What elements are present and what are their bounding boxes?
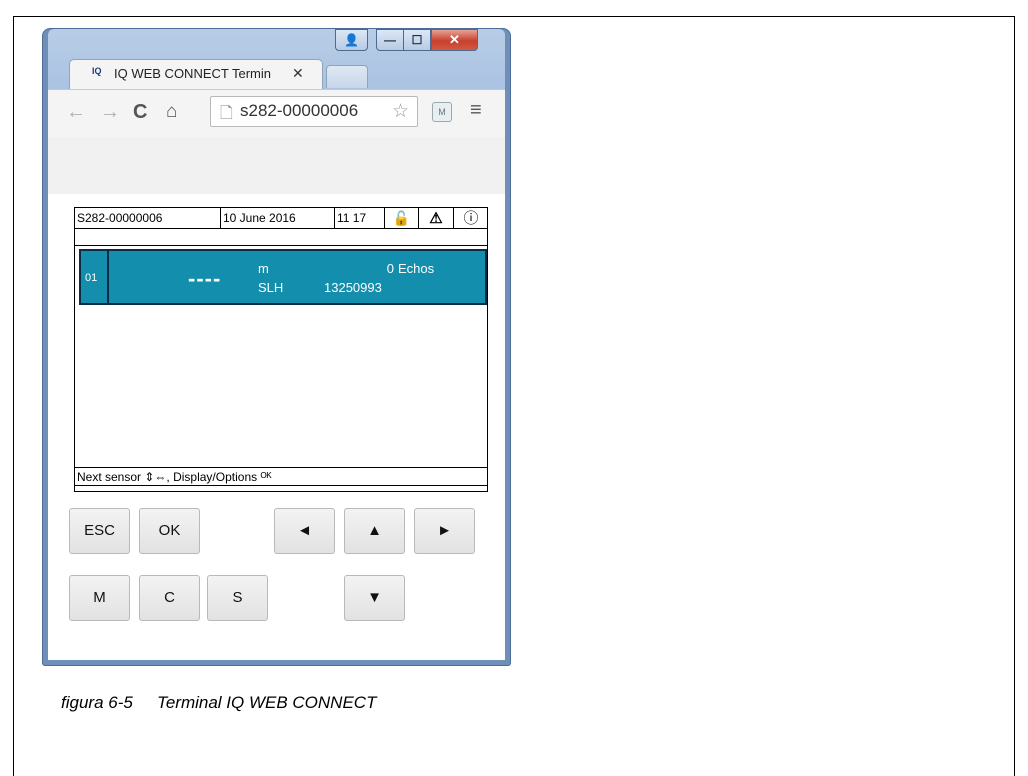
caption-number: figura 6-5 [61, 693, 133, 712]
status-time: 11 17 [335, 208, 385, 228]
warning-icon: ⚠ [419, 208, 454, 228]
new-tab-button[interactable] [326, 65, 368, 88]
sensor-serial: 13250993 [324, 280, 382, 295]
tab-title: IQ WEB CONNECT Termin [114, 66, 271, 81]
bookmarks-bar [48, 137, 505, 195]
page-viewport: S282-00000006 10 June 2016 11 17 🔓 ⚠ ⓘ 0… [48, 194, 505, 660]
caption-title: Terminal IQ WEB CONNECT [157, 693, 377, 712]
terminal-header: S282-00000006 10 June 2016 11 17 🔓 ⚠ ⓘ [74, 207, 488, 246]
user-icon[interactable]: 👤 [335, 29, 368, 51]
esc-button[interactable]: ESC [69, 508, 130, 554]
minimize-button[interactable]: — [376, 29, 404, 51]
browser-tab[interactable]: IQ IQ WEB CONNECT Termin ✕ [69, 59, 323, 90]
address-url[interactable]: s282-00000006 [240, 101, 390, 121]
close-button[interactable]: ✕ [431, 29, 478, 51]
status-date: 10 June 2016 [221, 208, 335, 228]
sensor-value: ---- [188, 266, 222, 291]
right-arrow-button[interactable]: ► [414, 508, 475, 554]
echo-count: 0 [386, 261, 394, 276]
back-arrow-icon[interactable]: ← [66, 101, 86, 123]
sensor-row[interactable]: 01 ---- m SLH 0 Echos 13250993 [79, 249, 487, 305]
forward-arrow-icon[interactable]: → [100, 101, 120, 123]
echo-label: Echos [398, 261, 435, 276]
down-arrow-button[interactable]: ▼ [344, 575, 405, 621]
browser-toolbar: ← → C ⌂ 🗋 s282-00000006 ☆ M ≡ [48, 89, 505, 138]
lock-icon: 🔓 [385, 208, 419, 228]
tab-close-icon[interactable]: ✕ [292, 65, 304, 82]
s-button[interactable]: S [207, 575, 268, 621]
device-id: S282-00000006 [75, 208, 221, 228]
m-button[interactable]: M [69, 575, 130, 621]
ok-button[interactable]: OK [139, 508, 200, 554]
sensor-unit: m [258, 261, 269, 276]
sensor-model: SLH [258, 280, 284, 295]
browser-window: 👤 — ☐ ✕ IQ IQ WEB CONNECT Termin ✕ ← → C… [43, 29, 510, 665]
star-icon[interactable]: ☆ [392, 100, 409, 123]
sensor-number: 01 [81, 251, 109, 303]
left-arrow-button[interactable]: ◄ [274, 508, 335, 554]
address-bar[interactable]: 🗋 s282-00000006 ☆ [210, 96, 418, 127]
terminal-footer: Next sensor ⇕⇔, Display/Options ᴼᴷ [74, 467, 488, 486]
menu-icon[interactable]: ≡ [470, 99, 482, 122]
page-icon: 🗋 [220, 105, 233, 122]
extension-icon[interactable]: M [432, 102, 452, 122]
figure-caption: figura 6-5 Terminal IQ WEB CONNECT [61, 693, 376, 713]
up-arrow-button[interactable]: ▲ [344, 508, 405, 554]
terminal-status-row: S282-00000006 10 June 2016 11 17 🔓 ⚠ ⓘ [75, 208, 487, 229]
info-icon: ⓘ [463, 210, 479, 227]
reload-icon[interactable]: C [133, 101, 147, 123]
c-button[interactable]: C [139, 575, 200, 621]
iq-favicon-icon: IQ [92, 66, 102, 76]
maximize-button[interactable]: ☐ [404, 29, 431, 51]
home-icon[interactable]: ⌂ [166, 101, 177, 123]
terminal-display: 01 ---- m SLH 0 Echos 13250993 [74, 246, 488, 492]
